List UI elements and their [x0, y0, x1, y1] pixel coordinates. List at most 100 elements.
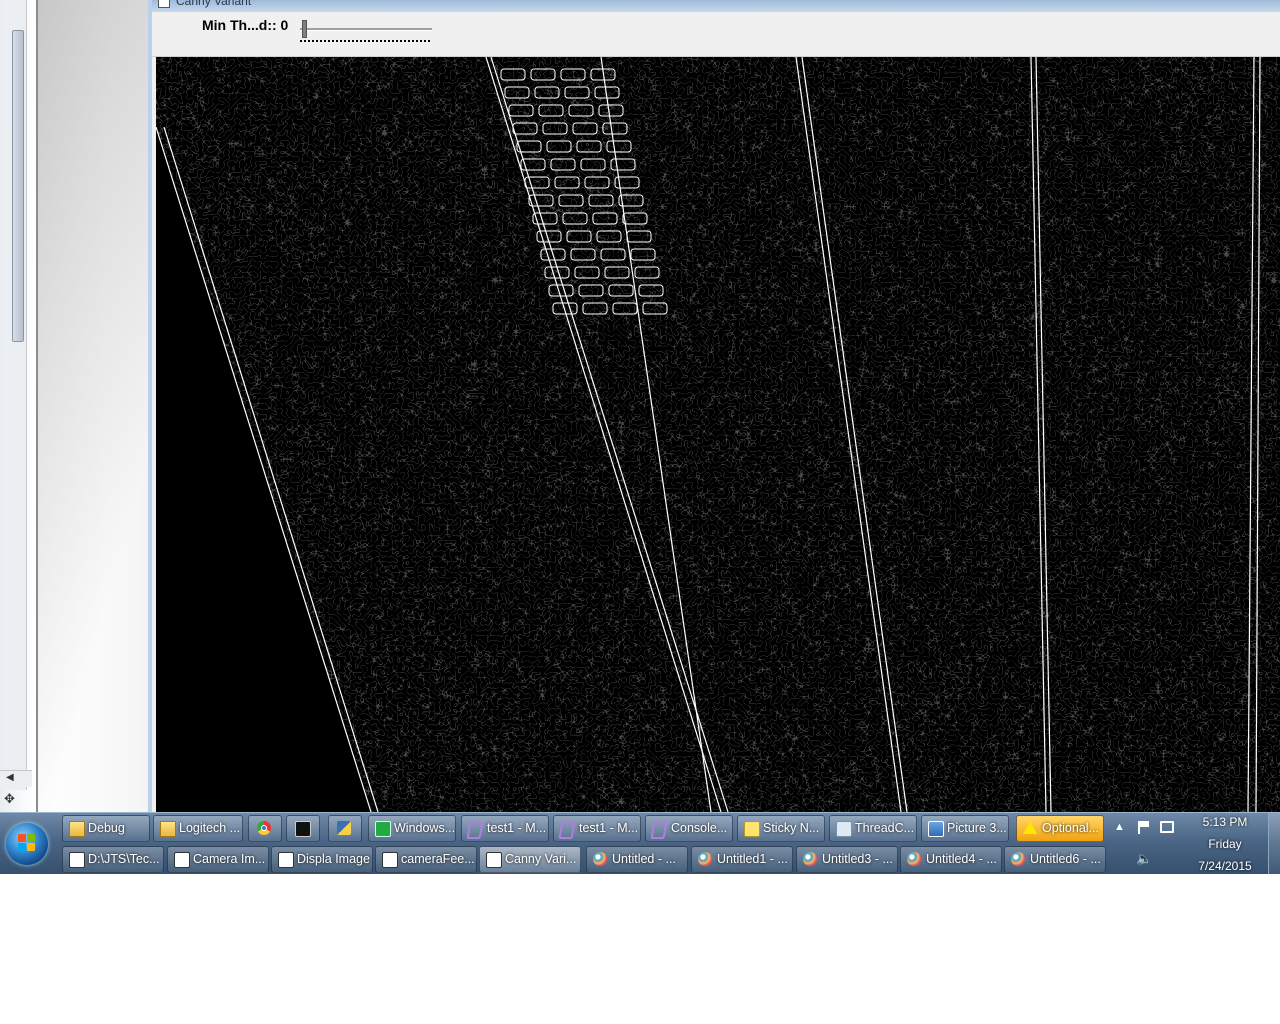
folder-icon [160, 821, 176, 837]
taskbar-button-label: Debug [88, 821, 125, 835]
window-icon [278, 852, 294, 868]
trackbar-label: Min Th...d:: 0 [202, 17, 289, 33]
taskbar-button[interactable]: test1 - M... [553, 815, 641, 842]
window-icon [486, 852, 502, 868]
background-window: ◀ ✥ [0, 0, 152, 812]
scroll-left-arrow-icon[interactable]: ◀ [6, 772, 14, 783]
folder-icon [69, 821, 85, 837]
taskbar-button[interactable]: Camera Im... [167, 846, 269, 873]
taskbar-button-label: Untitled1 - ... [717, 852, 788, 866]
taskbar-button[interactable]: Logitech ... [153, 815, 243, 842]
picture-icon [928, 821, 944, 837]
slider-track[interactable] [300, 28, 432, 31]
move-icon: ✥ [4, 791, 15, 806]
taskbar-button[interactable]: Displa Image [271, 846, 373, 873]
taskbar-button[interactable]: Untitled - ... [586, 846, 688, 873]
scrollbar-thumb[interactable] [12, 30, 24, 342]
taskbar-button-label: Displa Image [297, 852, 370, 866]
windows-logo-icon [18, 834, 36, 852]
show-desktop-button[interactable] [1268, 813, 1280, 874]
notification-area: ▲ 🔈 [1108, 813, 1198, 874]
taskbar-button[interactable]: cameraFee... [375, 846, 477, 873]
system-clock[interactable]: 5:13 PM Friday 7/24/2015 [1186, 813, 1264, 874]
taskbar-button[interactable]: Optional... [1016, 815, 1104, 842]
taskbar-button-label: D:\JTS\Tec... [88, 852, 160, 866]
taskbar-button[interactable]: ThreadC... [829, 815, 917, 842]
window-icon [174, 852, 190, 868]
warning-icon [1023, 821, 1037, 834]
visual-studio-icon [558, 821, 576, 839]
taskbar-button[interactable] [248, 815, 282, 842]
taskbar-button-label: Console... [671, 821, 728, 835]
action-center-flag-icon[interactable] [1138, 821, 1150, 834]
taskbar-button-label: cameraFee... [401, 852, 475, 866]
edge-map [156, 57, 1280, 812]
trackbar-panel: Min Th...d:: 0 [152, 12, 1280, 57]
canny-edge-image [156, 57, 1280, 812]
python-icon [337, 821, 351, 835]
sticky-notes-icon [744, 821, 760, 837]
taskbar-button-label: Logitech ... [179, 821, 241, 835]
taskbar-button-label: test1 - M... [579, 821, 639, 835]
paint-icon [1011, 852, 1025, 866]
canny-variant-window: Canny Variant Min Th...d:: 0 [148, 0, 1280, 812]
taskbar-button-label: Untitled6 - ... [1030, 852, 1101, 866]
taskbar-button[interactable]: D:\JTS\Tec... [62, 846, 164, 873]
visual-studio-icon [466, 821, 484, 839]
notepad-icon [836, 821, 852, 837]
clock-time: 5:13 PM [1202, 815, 1248, 829]
window-icon [382, 852, 398, 868]
clock-day: Friday [1208, 837, 1242, 851]
window-divider [36, 0, 38, 812]
window-titlebar[interactable]: Canny Variant [152, 0, 1280, 12]
show-hidden-icons-icon[interactable]: ▲ [1114, 821, 1125, 833]
taskbar-button-label: Optional... [1042, 821, 1099, 835]
command-prompt-icon [295, 821, 311, 837]
taskbar-button[interactable]: Picture 3... [921, 815, 1009, 842]
clock-date: 7/24/2015 [1198, 859, 1252, 873]
taskbar-button[interactable]: Console... [645, 815, 733, 842]
network-icon[interactable] [1160, 821, 1174, 833]
taskbar-button-label: Untitled - ... [612, 852, 676, 866]
desktop: ◀ ✥ Canny Variant Min Th...d:: 0 Debug L… [0, 0, 1280, 874]
windows-taskbar: Debug Logitech ... Windows... test1 - M... t… [0, 812, 1280, 874]
taskbar-button[interactable]: Windows... [368, 815, 456, 842]
taskbar-button[interactable]: test1 - M... [461, 815, 549, 842]
monitor-icon [375, 821, 391, 837]
taskbar-button[interactable]: Untitled1 - ... [691, 846, 793, 873]
volume-icon[interactable]: 🔈 [1136, 851, 1152, 867]
taskbar-button[interactable]: Untitled4 - ... [900, 846, 1002, 873]
taskbar-button-label: Canny Vari... [505, 852, 577, 866]
paint-icon [593, 852, 607, 866]
taskbar-button-label: Sticky N... [763, 821, 820, 835]
paint-icon [907, 852, 921, 866]
paint-icon [698, 852, 712, 866]
taskbar-button[interactable]: Debug [62, 815, 150, 842]
window-icon [69, 852, 85, 868]
slider-focus-indicator [300, 40, 430, 42]
taskbar-button[interactable] [286, 815, 320, 842]
horizontal-scrollbar[interactable]: ◀ [0, 770, 32, 787]
app-window-icon [158, 0, 170, 8]
visual-studio-icon [650, 821, 668, 839]
background-window-content [38, 0, 152, 812]
edge-texture [156, 57, 1280, 812]
chrome-icon [257, 821, 271, 835]
min-threshold-slider[interactable] [300, 20, 432, 46]
window-title: Canny Variant [176, 0, 252, 8]
taskbar-button[interactable]: Sticky N... [737, 815, 825, 842]
taskbar-button[interactable]: Untitled3 - ... [796, 846, 898, 873]
taskbar-button[interactable] [328, 815, 362, 842]
taskbar-button-label: Untitled3 - ... [822, 852, 893, 866]
taskbar-button-label: Windows... [394, 821, 456, 835]
slider-thumb[interactable] [302, 20, 307, 38]
taskbar-button-label: Picture 3... [947, 821, 1007, 835]
start-button[interactable] [6, 823, 48, 865]
taskbar-button-label: Untitled4 - ... [926, 852, 997, 866]
paint-icon [803, 852, 817, 866]
taskbar-button[interactable]: Canny Vari... [479, 846, 581, 873]
taskbar-button[interactable]: Untitled6 - ... [1004, 846, 1106, 873]
taskbar-button-label: ThreadC... [855, 821, 915, 835]
taskbar-button-label: test1 - M... [487, 821, 547, 835]
taskbar-button-label: Camera Im... [193, 852, 266, 866]
